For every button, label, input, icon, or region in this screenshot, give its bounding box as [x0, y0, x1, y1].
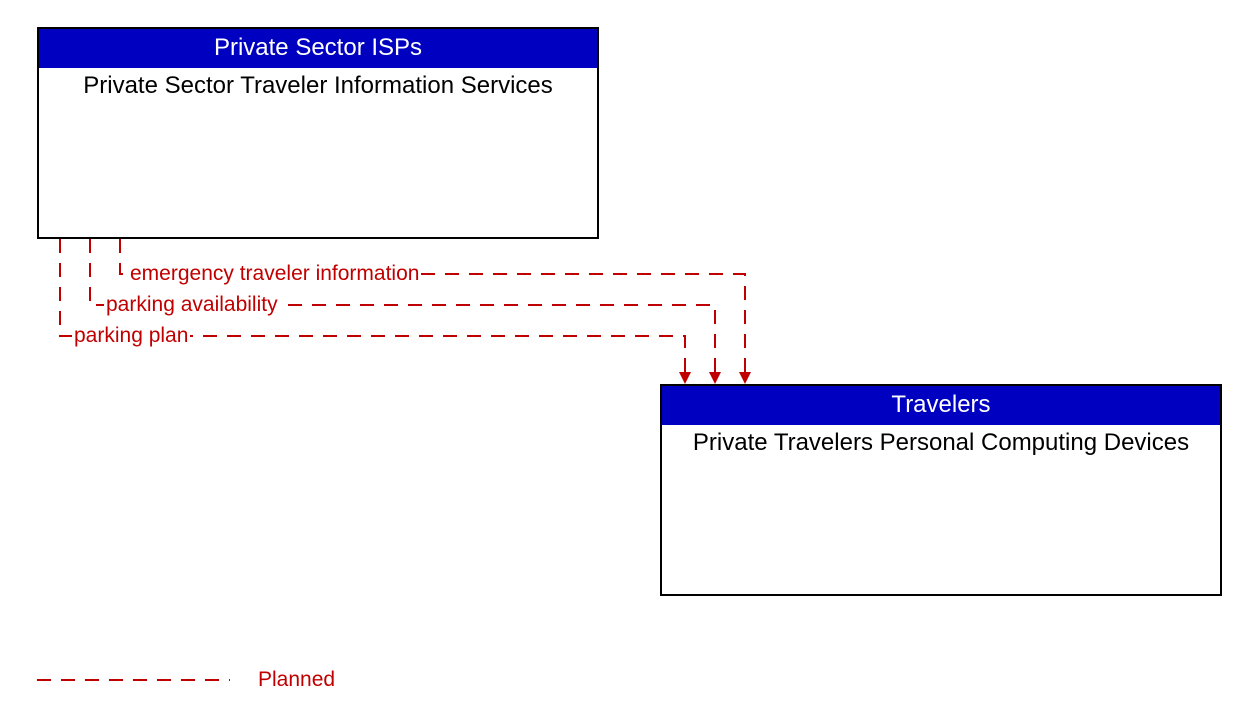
node-source-body: Private Sector Traveler Information Serv… [39, 68, 597, 100]
node-private-sector-isps: Private Sector ISPs Private Sector Trave… [37, 27, 599, 239]
flow-label-parking-plan: parking plan [72, 324, 190, 348]
legend-planned-label: Planned [258, 668, 335, 692]
node-target-body: Private Travelers Personal Computing Dev… [662, 425, 1220, 457]
arrowhead-icon [679, 372, 691, 384]
arrowhead-icon [739, 372, 751, 384]
node-source-header: Private Sector ISPs [39, 29, 597, 68]
flow-label-parking-availability: parking availability [104, 293, 280, 317]
node-travelers: Travelers Private Travelers Personal Com… [660, 384, 1222, 596]
arrowhead-icon [709, 372, 721, 384]
flow-label-emergency: emergency traveler information [128, 262, 421, 286]
node-target-header: Travelers [662, 386, 1220, 425]
